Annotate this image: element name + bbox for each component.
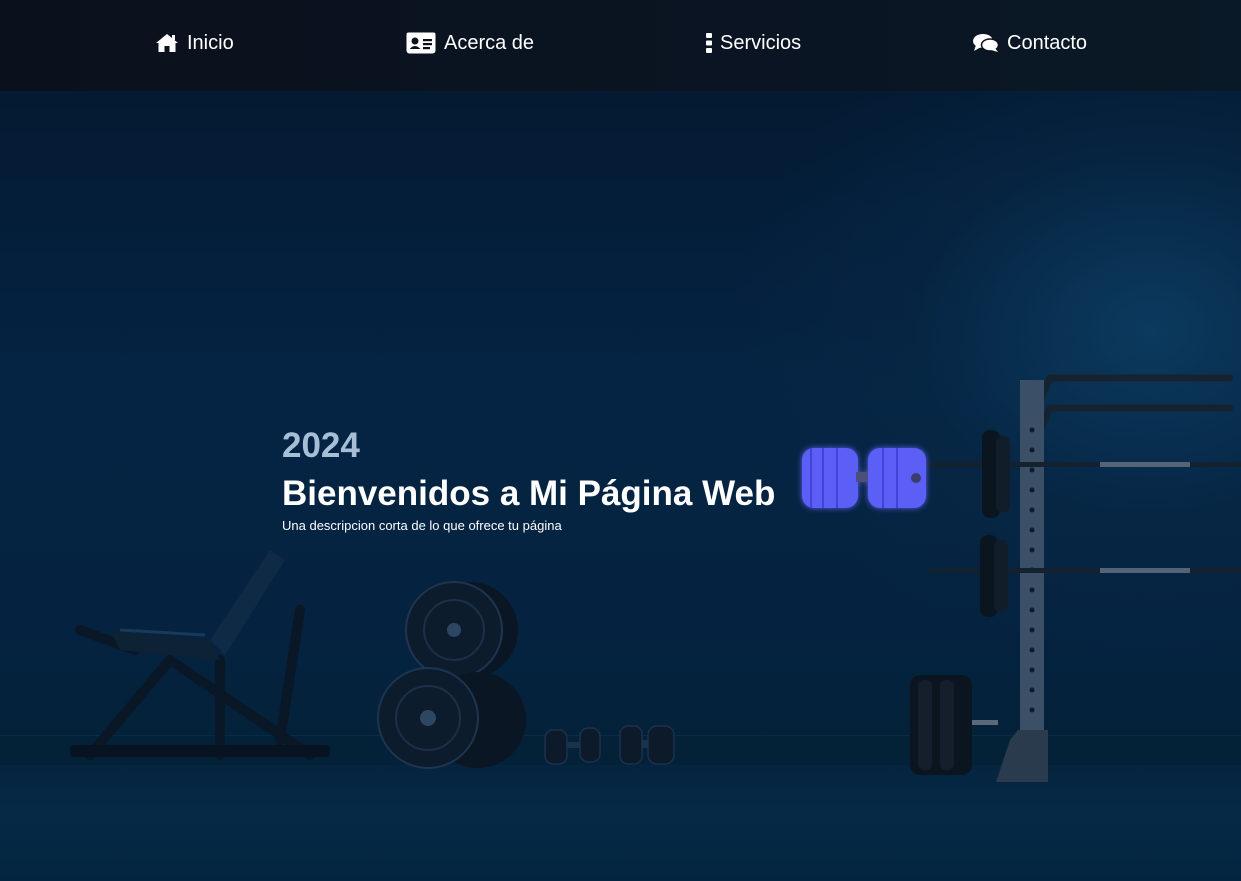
hero-title: Bienvenidos a Mi Página Web [282,474,776,513]
chat-bubbles-icon [973,33,999,53]
nav-label-servicios: Servicios [720,31,802,54]
hero-description: Una descripcion corta de lo que ofrece t… [282,518,562,533]
vertical-ellipsis-icon [705,33,713,53]
weight-plates-image [377,581,526,769]
nav-label-acerca-de: Acerca de [444,31,535,54]
main-navbar: Inicio Acerca de Servicios Contacto [0,0,1241,91]
blue-dumbbell-image [802,448,926,508]
nav-link-acerca-de[interactable]: Acerca de [406,30,534,56]
hero-text-block: 2024 Bienvenidos a Mi Página Web Una des… [282,426,775,535]
floor-dumbbells-image [544,725,675,765]
hero-year: 2024 [282,426,360,465]
nav-link-contacto[interactable]: Contacto [973,30,1087,56]
id-card-icon [406,32,436,54]
squat-rack-image [910,374,1241,782]
weight-bench-image [70,550,330,760]
nav-label-contacto: Contacto [1007,31,1088,54]
home-icon [155,33,179,53]
nav-link-servicios[interactable]: Servicios [705,30,801,56]
nav-link-inicio[interactable]: Inicio [155,30,234,56]
nav-label-inicio: Inicio [187,31,234,54]
